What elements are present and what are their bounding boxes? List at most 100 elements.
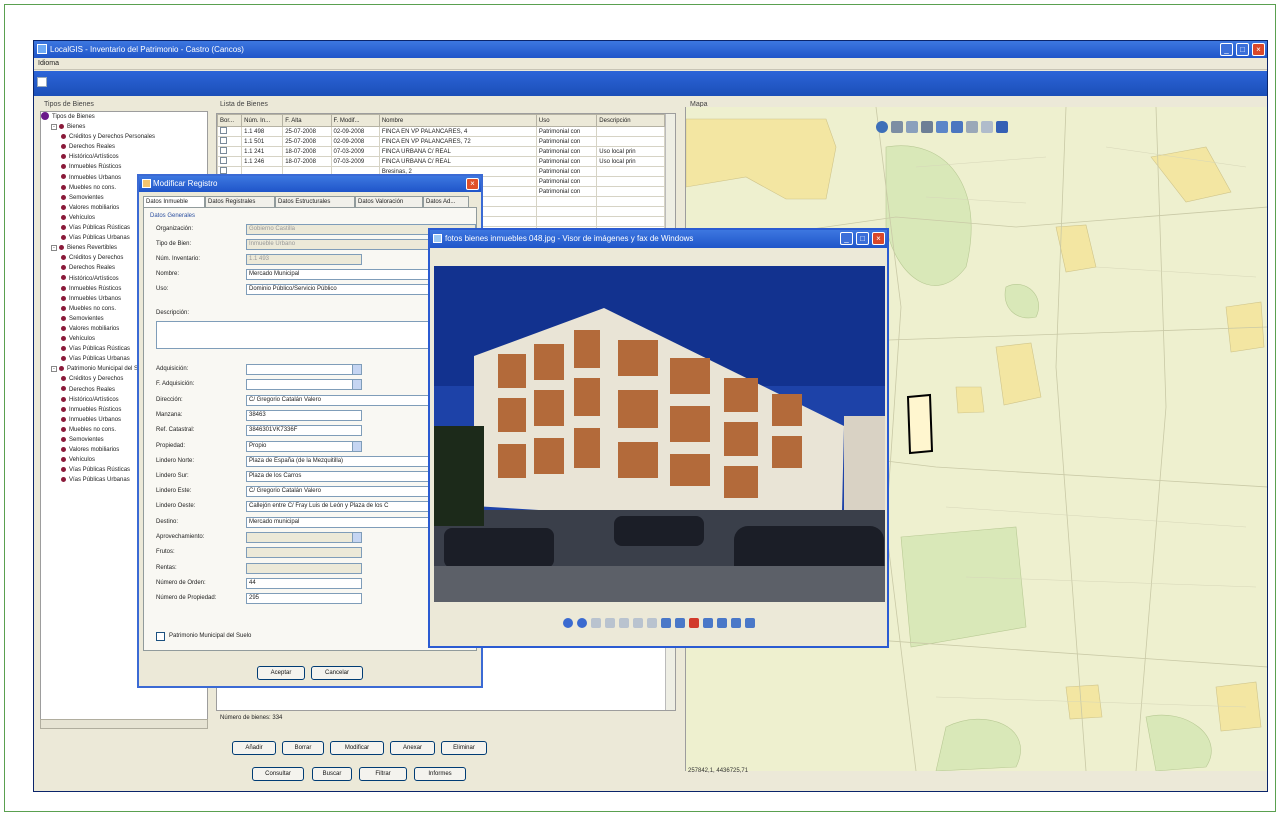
zoom-in-icon[interactable] [632, 618, 643, 628]
descripcion-field[interactable] [156, 321, 474, 349]
toolbar-icon[interactable] [37, 77, 47, 87]
row-checkbox[interactable] [220, 167, 227, 174]
field-label: Lindero Norte: [156, 458, 195, 464]
expand-icon[interactable]: - [51, 244, 57, 251]
table-row[interactable]: 1.1 498 25-07-2008 02-09-2008 FINCA EN VP P… [217, 126, 665, 137]
table-cell: Patrimonial con [535, 136, 598, 147]
tree-item[interactable]: Créditos y Derechos Personales [41, 132, 207, 142]
row-checkbox[interactable] [220, 127, 227, 134]
row-checkbox[interactable] [220, 147, 227, 154]
action-button[interactable]: Borrar [282, 741, 324, 755]
column-header[interactable]: Bor... [217, 114, 243, 127]
map-park [885, 145, 972, 286]
slideshow-icon[interactable] [618, 618, 629, 628]
column-header[interactable]: Núm. In... [241, 114, 284, 127]
action-button[interactable]: Informes [414, 767, 466, 781]
edit-icon[interactable] [730, 618, 741, 628]
action-button[interactable]: Buscar [312, 767, 352, 781]
table-row[interactable]: 1.1 246 18-07-2008 07-03-2009 FINCA URBANA … [217, 156, 665, 167]
field-value: Callejón entre C/ Fray Luis de León y Pl… [249, 503, 389, 509]
tree-horizontal-scrollbar[interactable] [40, 719, 208, 729]
menu-idioma[interactable]: Idioma [38, 60, 59, 67]
print-icon[interactable] [921, 121, 933, 133]
viewer-maximize-icon[interactable]: □ [856, 232, 869, 245]
best-fit-icon[interactable] [590, 618, 601, 628]
action-button[interactable]: Modificar [330, 741, 384, 755]
action-button[interactable]: Eliminar [441, 741, 487, 755]
field-input[interactable] [246, 364, 362, 375]
row-checkbox[interactable] [220, 137, 227, 144]
field-input[interactable] [246, 532, 362, 543]
tree-item[interactable]: Histórico/Artísticos [41, 152, 207, 162]
actual-size-icon[interactable] [604, 618, 615, 628]
tree-item[interactable]: Inmuebles Rústicos [41, 162, 207, 172]
field-input[interactable]: 38463 [246, 410, 362, 421]
action-button[interactable]: Consultar [252, 767, 304, 781]
pan-icon[interactable] [906, 121, 918, 133]
zoom-icon[interactable] [951, 121, 963, 133]
refresh-icon[interactable] [966, 121, 978, 133]
dropdown-arrow-icon[interactable] [352, 380, 361, 389]
patrimonio-checkbox[interactable] [156, 632, 165, 641]
rotate-counterclockwise-icon[interactable] [674, 618, 685, 628]
dropdown-arrow-icon[interactable] [352, 365, 361, 374]
tree-item-label: Histórico/Artísticos [69, 154, 119, 161]
tree-item-label: Inmuebles Urbanos [69, 295, 122, 302]
accept-button[interactable]: Aceptar [257, 666, 305, 680]
rotate-clockwise-icon[interactable] [660, 618, 671, 628]
viewer-minimize-icon[interactable]: _ [840, 232, 853, 245]
column-header[interactable]: Nombre [378, 114, 537, 127]
delete-icon[interactable] [688, 618, 699, 628]
expand-icon[interactable]: - [51, 365, 57, 372]
save-icon[interactable] [716, 618, 727, 628]
tree-item[interactable]: Derechos Reales [41, 142, 207, 152]
dialog-close-icon[interactable]: × [466, 178, 479, 190]
field-input[interactable] [246, 563, 362, 574]
field-input[interactable]: 3846301VK7336F [246, 425, 362, 436]
column-header[interactable]: F. Alta [282, 114, 332, 127]
help-icon[interactable] [744, 618, 755, 628]
arrow-icon[interactable] [996, 121, 1008, 133]
layers-icon[interactable] [891, 121, 903, 133]
field-input[interactable]: 295 [246, 593, 362, 604]
field-input[interactable] [246, 379, 362, 390]
previous-icon[interactable] [562, 618, 573, 628]
field-label: Uso: [156, 286, 169, 292]
globe-icon[interactable] [876, 121, 888, 133]
node-icon [61, 346, 66, 352]
dropdown-arrow-icon[interactable] [352, 533, 361, 542]
table-cell [596, 196, 665, 207]
home-icon[interactable] [936, 121, 948, 133]
row-checkbox[interactable] [220, 157, 227, 164]
column-header[interactable]: Descripción [596, 114, 665, 127]
field-input[interactable] [246, 547, 362, 558]
zoom-out-icon[interactable] [646, 618, 657, 628]
tree-root[interactable]: Tipos de Bienes [41, 112, 207, 122]
print-icon[interactable] [702, 618, 713, 628]
column-header[interactable]: F. Modif... [330, 114, 380, 127]
field-input[interactable]: 1.1 493 [246, 254, 362, 265]
next-icon[interactable] [576, 618, 587, 628]
map-block [955, 386, 985, 414]
node-icon [61, 436, 66, 442]
minimize-icon[interactable]: _ [1220, 43, 1233, 56]
field-input[interactable]: Propio [246, 441, 362, 452]
rectangle-icon[interactable] [981, 121, 993, 133]
field-input[interactable]: 44 [246, 578, 362, 589]
maximize-icon[interactable]: □ [1236, 43, 1249, 56]
cancel-button[interactable]: Cancelar [311, 666, 363, 680]
dropdown-arrow-icon[interactable] [352, 442, 361, 451]
close-icon[interactable]: × [1252, 43, 1265, 56]
action-button[interactable]: Añadir [232, 741, 276, 755]
action-button[interactable]: Filtrar [359, 767, 407, 781]
tree-item[interactable]: - Bienes [41, 122, 207, 132]
viewer-close-icon[interactable]: × [872, 232, 885, 245]
table-row[interactable]: 1.1 501 25-07-2008 02-09-2008 FINCA EN VP P… [217, 136, 665, 147]
column-header[interactable]: Uso [535, 114, 598, 127]
tree-item-label: Vehículos [69, 214, 96, 221]
map-block [686, 118, 837, 200]
expand-icon[interactable]: - [51, 123, 57, 130]
table-row[interactable]: 1.1 241 18-07-2008 07-03-2009 FINCA URBANA … [217, 146, 665, 157]
action-button[interactable]: Anexar [390, 741, 435, 755]
tree-item-label: Semovientes [69, 194, 104, 201]
